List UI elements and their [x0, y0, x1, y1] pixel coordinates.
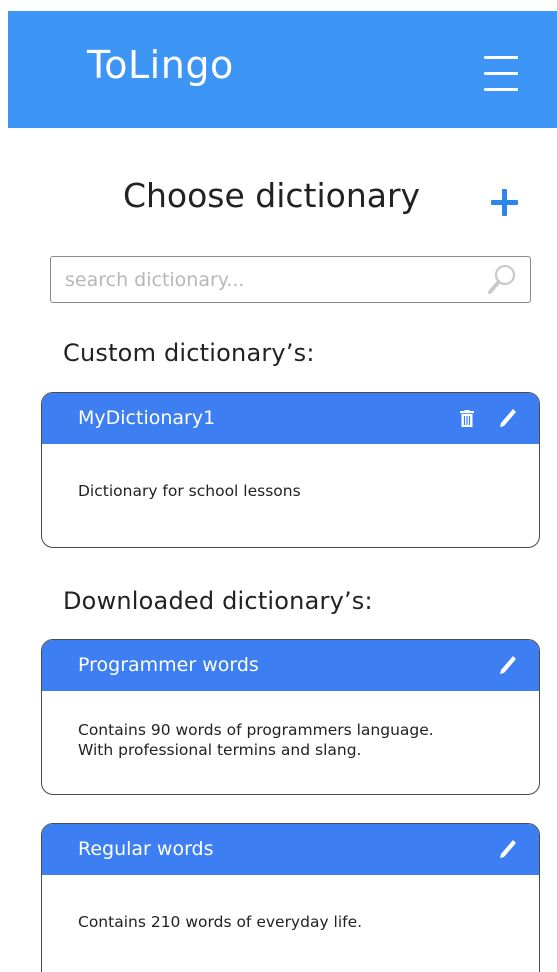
card-description-line-1: Contains 90 words of programmers languag… — [78, 721, 434, 739]
card-header: Regular words — [42, 824, 539, 875]
plus-icon[interactable] — [488, 186, 522, 220]
trash-icon[interactable] — [460, 410, 474, 427]
menu-line — [484, 56, 518, 59]
card-description: Contains 210 words of everyday life. — [78, 913, 363, 931]
search-box — [50, 256, 531, 303]
card-title: Programmer words — [78, 654, 259, 676]
hamburger-menu-icon[interactable] — [484, 56, 518, 92]
menu-line — [484, 72, 518, 75]
pencil-icon[interactable] — [499, 839, 517, 859]
dictionary-card-regular-words[interactable]: Regular words Contains 210 words of ever… — [41, 823, 540, 972]
pencil-icon[interactable] — [499, 655, 517, 675]
card-header: Programmer words — [42, 640, 539, 691]
custom-section-heading: Custom dictionary’s: — [63, 339, 315, 367]
app-title: ToLingo — [87, 43, 234, 87]
app-header: ToLingo — [8, 11, 557, 128]
page-title: Choose dictionary — [122, 176, 421, 215]
card-header: MyDictionary1 — [42, 393, 539, 444]
card-title: MyDictionary1 — [78, 407, 216, 429]
card-description: Dictionary for school lessons — [78, 482, 301, 500]
dictionary-card-mydictionary1[interactable]: MyDictionary1 Dictionary for school less… — [41, 392, 540, 548]
pencil-icon[interactable] — [499, 408, 517, 428]
menu-line — [484, 88, 518, 91]
card-description-line-2: With professional termins and slang. — [78, 741, 362, 759]
downloaded-section-heading: Downloaded dictionary’s: — [63, 587, 373, 615]
search-icon[interactable] — [486, 262, 518, 296]
card-title: Regular words — [78, 838, 214, 860]
search-input[interactable] — [65, 265, 475, 295]
dictionary-card-programmer-words[interactable]: Programmer words Contains 90 words of pr… — [41, 639, 540, 795]
